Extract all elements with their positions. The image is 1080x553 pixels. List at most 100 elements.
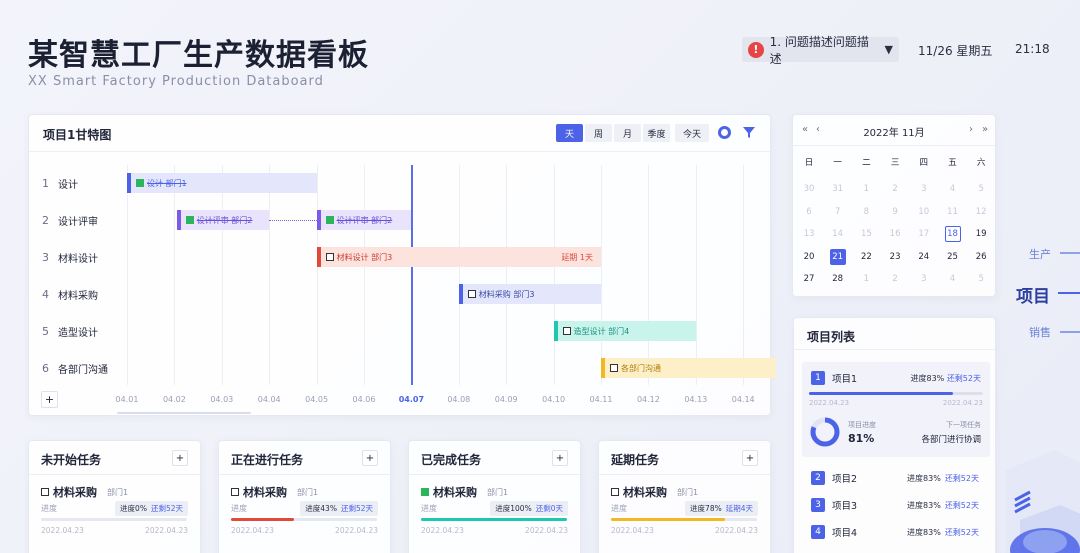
calendar-day[interactable]: 10 xyxy=(912,204,936,220)
checkbox-icon xyxy=(562,327,571,335)
project-progress-text: 进度83% xyxy=(907,501,941,510)
calendar-day[interactable]: 18 xyxy=(944,226,961,242)
calendar-day[interactable]: 24 xyxy=(912,249,936,265)
calendar-day[interactable]: 3 xyxy=(912,271,936,287)
calendar-day[interactable]: 2 xyxy=(883,181,907,197)
tab-month[interactable]: 月 xyxy=(614,124,641,142)
gantt-row-label: 1 设计 xyxy=(42,176,78,191)
calendar-day[interactable]: 4 xyxy=(941,271,965,287)
calendar-day[interactable]: 8 xyxy=(854,204,878,220)
add-task-button[interactable]: + xyxy=(552,450,568,466)
task-end-date: 2022.04.23 xyxy=(145,526,188,535)
side-nav-sales[interactable]: 销售 xyxy=(1029,324,1051,340)
issue-dropdown[interactable]: ! 1. 问题描述问题描述 ▼ xyxy=(742,35,899,66)
project-name: 项目2 xyxy=(832,474,858,485)
weekday-header: 五 xyxy=(948,158,957,168)
checked-icon xyxy=(185,216,194,224)
task-name: 材料采购 部门1 xyxy=(421,484,508,500)
project-row[interactable]: 3 项目3 xyxy=(811,498,857,512)
tab-day[interactable]: 天 xyxy=(556,124,583,142)
tab-quarter[interactable]: 季度 xyxy=(643,124,670,142)
weekday-header: 三 xyxy=(890,158,900,168)
calendar-day[interactable]: 25 xyxy=(941,249,965,265)
gantt-bar[interactable]: 设计 部门1 xyxy=(127,173,317,193)
task-card-title: 正在进行任务 xyxy=(231,453,304,467)
next-task-caption: 下一项任务 xyxy=(946,421,981,429)
gantt-bar[interactable]: 设计评审 部门2 xyxy=(176,210,270,230)
calendar-day[interactable]: 23 xyxy=(883,249,907,265)
calendar-day[interactable]: 31 xyxy=(826,181,850,197)
calendar-day[interactable]: 4 xyxy=(941,181,965,197)
calendar-day[interactable]: 1 xyxy=(854,271,878,287)
calendar-day[interactable]: 20 xyxy=(797,249,821,265)
calendar-day[interactable]: 7 xyxy=(826,204,850,220)
dependency-link xyxy=(269,220,317,221)
calendar-day[interactable]: 27 xyxy=(797,271,821,287)
side-nav-production[interactable]: 生产 xyxy=(1029,246,1051,262)
project-row[interactable]: 4 项目4 xyxy=(811,525,857,539)
target-icon[interactable] xyxy=(718,126,731,139)
next-month-button[interactable]: › xyxy=(969,124,973,135)
weekday-header: 六 xyxy=(976,158,986,168)
calendar-day[interactable]: 26 xyxy=(969,249,993,265)
project-status: 进度83% 还剩52天 xyxy=(907,473,979,484)
prev-month-button[interactable]: ‹ xyxy=(816,124,820,135)
project-list-panel: 项目列表 1 项目1 进度83% 还剩52天 2022.04.23 2022.0… xyxy=(793,317,996,553)
calendar-day[interactable]: 15 xyxy=(854,226,878,242)
calendar-day[interactable]: 12 xyxy=(969,204,993,220)
task-end-date: 2022.04.23 xyxy=(715,526,758,535)
prev-year-button[interactable]: « xyxy=(802,124,808,135)
calendar-day[interactable]: 17 xyxy=(912,226,936,242)
calendar-day[interactable]: 5 xyxy=(969,271,993,287)
progress-fill xyxy=(611,518,725,521)
gantt-gridline xyxy=(127,165,128,385)
calendar-day[interactable]: 19 xyxy=(969,226,993,242)
calendar-day[interactable]: 6 xyxy=(797,204,821,220)
gantt-scrollbar[interactable] xyxy=(117,412,251,414)
calendar-day[interactable]: 14 xyxy=(826,226,850,242)
project-remain-text: 还剩52天 xyxy=(944,474,979,483)
today-button[interactable]: 今天 xyxy=(675,124,709,142)
gantt-row-name: 材料采购 xyxy=(58,291,98,302)
gantt-bar[interactable]: 各部门沟通 xyxy=(601,358,777,378)
project-row[interactable]: 2 项目2 xyxy=(811,471,857,485)
gantt-bar-cap xyxy=(553,321,558,341)
add-task-button[interactable]: + xyxy=(742,450,758,466)
calendar-day[interactable]: 5 xyxy=(969,181,993,197)
next-year-button[interactable]: » xyxy=(982,124,988,135)
project-card-featured[interactable]: 1 项目1 进度83% 还剩52天 2022.04.23 2022.04.23 … xyxy=(802,362,990,457)
filter-icon[interactable] xyxy=(742,125,756,139)
gantt-bar[interactable]: 设计评审 部门2 xyxy=(316,210,412,230)
gantt-bar[interactable]: 材料采购 部门3 xyxy=(458,284,601,304)
calendar-day[interactable]: 11 xyxy=(941,204,965,220)
calendar-day[interactable]: 3 xyxy=(912,181,936,197)
calendar-day[interactable]: 30 xyxy=(797,181,821,197)
side-nav-project[interactable]: 项目 xyxy=(1016,282,1050,307)
calendar-day[interactable]: 22 xyxy=(854,249,878,265)
calendar-day[interactable]: 21 xyxy=(829,248,846,265)
weekday-header: 日 xyxy=(804,158,814,168)
project-remain-text: 还剩52天 xyxy=(944,528,979,537)
calendar-day[interactable]: 1 xyxy=(854,181,878,197)
calendar-day[interactable]: 2 xyxy=(883,271,907,287)
gantt-bar[interactable]: 材料设计 部门3 延期 1天 xyxy=(316,247,601,267)
task-card: 正在进行任务 + 材料采购 部门1 进度 进度43% 还剩52天 2022.04.23 2022… xyxy=(218,440,391,553)
gantt-date-tick: 04.11 xyxy=(589,395,613,404)
calendar-day[interactable]: 9 xyxy=(883,204,907,220)
calendar-day[interactable]: 16 xyxy=(883,226,907,242)
task-end-date: 2022.04.23 xyxy=(525,526,568,535)
calendar-day[interactable]: 28 xyxy=(826,271,850,287)
gantt-bar-label: 设计 部门1 xyxy=(147,178,187,188)
gantt-bar[interactable]: 造型设计 部门4 xyxy=(553,321,696,341)
gantt-bar-cap xyxy=(176,210,181,230)
gantt-gridline xyxy=(553,165,555,385)
calendar-day[interactable]: 13 xyxy=(797,226,821,242)
project-list-divider xyxy=(794,349,995,350)
add-task-button[interactable]: + xyxy=(172,450,188,466)
add-row-button[interactable]: + xyxy=(41,391,58,408)
tab-week[interactable]: 周 xyxy=(585,124,612,142)
gantt-bar-label: 设计评审 部门2 xyxy=(196,215,253,225)
add-task-button[interactable]: + xyxy=(362,450,378,466)
project-name: 项目3 xyxy=(832,501,858,512)
task-dept: 部门1 xyxy=(297,487,319,497)
